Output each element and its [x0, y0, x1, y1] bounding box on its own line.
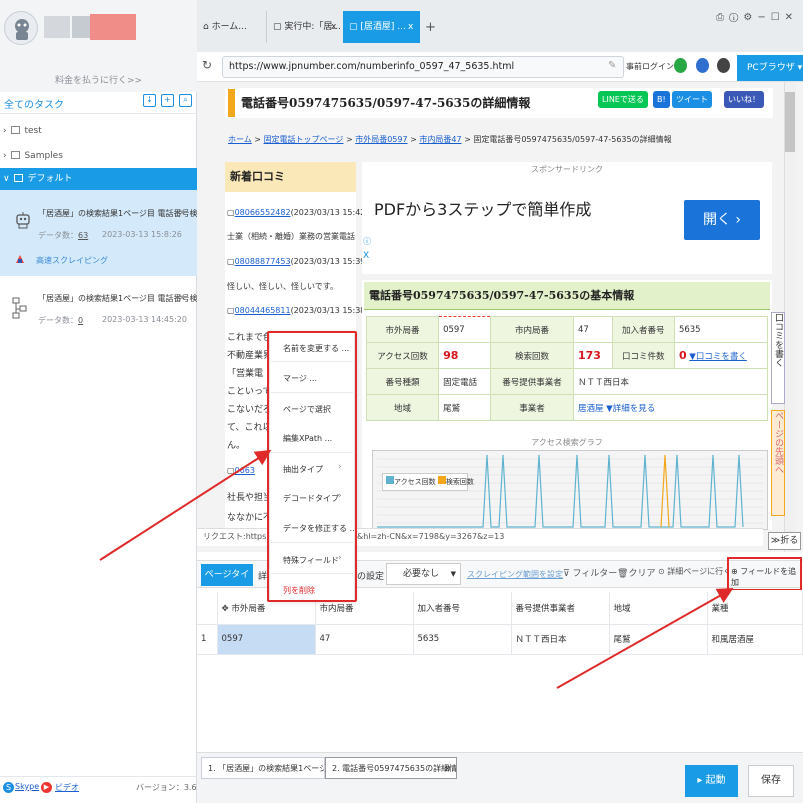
arrow-to-add-field — [556, 588, 734, 689]
arrow-to-menu — [99, 449, 272, 561]
annotation-arrows — [99, 449, 734, 689]
